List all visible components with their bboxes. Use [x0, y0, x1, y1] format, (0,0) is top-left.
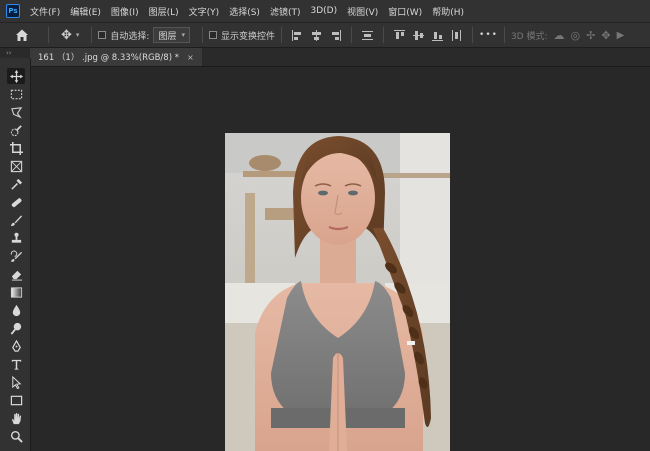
brush-tool[interactable] — [8, 212, 24, 228]
home-icon[interactable] — [14, 27, 30, 43]
document-tab-title: 161 （1） .jpg @ 8.33%(RGB/8) * — [38, 53, 179, 63]
tools-panel — [0, 58, 31, 451]
move-tool[interactable] — [7, 68, 25, 84]
3d-slide-icon[interactable]: ✥ — [601, 29, 610, 42]
align-vertical-center-icon[interactable] — [413, 30, 425, 41]
align-top-icon[interactable] — [394, 29, 406, 41]
menu-window[interactable]: 窗口(W) — [388, 5, 422, 18]
3d-roll-icon[interactable]: ◎ — [571, 29, 581, 42]
menu-type[interactable]: 文字(Y) — [189, 5, 220, 18]
quick-select-tool[interactable] — [8, 122, 24, 138]
move-tool-preset-icon[interactable]: ✥ — [61, 28, 72, 43]
auto-select-checkbox[interactable] — [98, 31, 107, 39]
dodge-icon — [10, 322, 21, 335]
menu-filter[interactable]: 滤镜(T) — [270, 5, 301, 18]
document-image[interactable] — [225, 133, 450, 451]
eraser-tool[interactable] — [8, 266, 24, 282]
healing-brush-tool[interactable] — [8, 194, 24, 210]
hand-tool[interactable] — [8, 410, 24, 426]
gradient-icon — [10, 286, 22, 298]
menu-select[interactable]: 选择(S) — [229, 5, 260, 18]
clone-stamp-tool[interactable] — [8, 230, 24, 246]
marquee-tool[interactable] — [8, 86, 24, 102]
frame-icon — [10, 160, 22, 172]
eyedropper-icon — [10, 178, 22, 190]
zoom-tool[interactable] — [8, 428, 24, 444]
history-brush-tool[interactable] — [8, 248, 24, 264]
auto-select-option[interactable]: 自动选择: — [98, 29, 149, 42]
auto-select-target-dropdown[interactable]: 图层 ▾ — [153, 27, 190, 43]
pen-icon — [11, 339, 21, 352]
eyedropper-tool[interactable] — [8, 176, 24, 192]
align-horizontal-center-icon[interactable] — [311, 29, 322, 41]
chevron-down-icon[interactable]: ▾ — [76, 31, 80, 39]
align-right-icon[interactable] — [330, 29, 342, 41]
lasso-icon — [10, 106, 22, 118]
more-options-button[interactable]: ••• — [479, 30, 498, 40]
photoshop-logo-icon[interactable]: Ps — [6, 4, 20, 18]
history-brush-icon — [10, 250, 22, 262]
menu-3d[interactable]: 3D(D) — [310, 6, 337, 16]
show-transform-label: 显示变换控件 — [221, 31, 276, 42]
3d-pan-icon[interactable]: ✢ — [586, 29, 595, 42]
blur-icon — [12, 304, 20, 316]
type-tool[interactable] — [8, 356, 24, 372]
rectangle-tool[interactable] — [8, 392, 24, 408]
distribute-horizontal-icon[interactable] — [451, 29, 462, 41]
eraser-icon — [11, 270, 22, 281]
close-icon[interactable]: × — [187, 53, 194, 62]
options-bar: ✥ ▾ 自动选择: 图层 ▾ 显示变换控件 ••• 3D 模式: ☁ ◎ ✢ ✥… — [0, 23, 650, 48]
align-left-icon[interactable] — [292, 29, 303, 41]
divider — [202, 27, 203, 43]
divider — [351, 27, 353, 43]
align-bottom-icon[interactable] — [432, 30, 444, 41]
menu-layer[interactable]: 图层(L) — [149, 5, 179, 18]
3d-scale-icon[interactable]: ▶ — [617, 30, 625, 41]
crop-tool[interactable] — [8, 140, 24, 156]
divider — [91, 27, 93, 43]
show-transform-checkbox[interactable] — [209, 31, 217, 39]
document-tab-bar: 161 （1） .jpg @ 8.33%(RGB/8) * × — [30, 48, 650, 67]
divider — [472, 27, 474, 43]
type-icon — [11, 359, 21, 370]
lasso-tool[interactable] — [8, 104, 24, 120]
distribute-vertical-icon[interactable] — [362, 30, 374, 41]
menu-bar: Ps 文件(F) 编辑(E) 图像(I) 图层(L) 文字(Y) 选择(S) 滤… — [0, 0, 650, 23]
marquee-icon — [10, 89, 22, 99]
frame-tool[interactable] — [8, 158, 24, 174]
document-tab[interactable]: 161 （1） .jpg @ 8.33%(RGB/8) * × — [30, 48, 202, 66]
toolbar-collapse-button[interactable]: ›› — [0, 48, 30, 58]
divider — [281, 27, 283, 43]
menu-edit[interactable]: 编辑(E) — [70, 5, 101, 18]
clone-stamp-icon — [11, 232, 21, 243]
crop-icon — [9, 141, 23, 155]
quick-select-icon — [10, 124, 22, 136]
photo-illustration — [225, 133, 450, 451]
healing-brush-icon — [11, 197, 22, 207]
auto-select-target-value: 图层 — [158, 31, 177, 42]
divider — [383, 27, 385, 43]
auto-select-label: 自动选择: — [110, 31, 150, 42]
hand-icon — [11, 412, 21, 424]
menu-view[interactable]: 视图(V) — [347, 5, 378, 18]
divider — [503, 27, 505, 43]
brush-icon — [10, 214, 22, 226]
move-icon — [9, 69, 23, 83]
gradient-tool[interactable] — [8, 284, 24, 300]
3d-mode-label: 3D 模式: — [510, 31, 548, 42]
pen-tool[interactable] — [8, 338, 24, 354]
3d-orbit-icon[interactable]: ☁ — [554, 29, 565, 42]
blur-tool[interactable] — [8, 302, 24, 318]
rectangle-icon — [10, 395, 22, 405]
menu-help[interactable]: 帮助(H) — [432, 5, 464, 18]
chevron-down-icon: ▾ — [181, 31, 185, 39]
path-select-icon — [11, 375, 21, 389]
menu-file[interactable]: 文件(F) — [30, 5, 60, 18]
show-transform-option[interactable]: 显示变换控件 — [209, 29, 275, 42]
divider — [48, 27, 49, 43]
zoom-icon — [10, 430, 23, 443]
dodge-tool[interactable] — [8, 320, 24, 336]
menu-image[interactable]: 图像(I) — [111, 5, 139, 18]
path-select-tool[interactable] — [8, 374, 24, 390]
